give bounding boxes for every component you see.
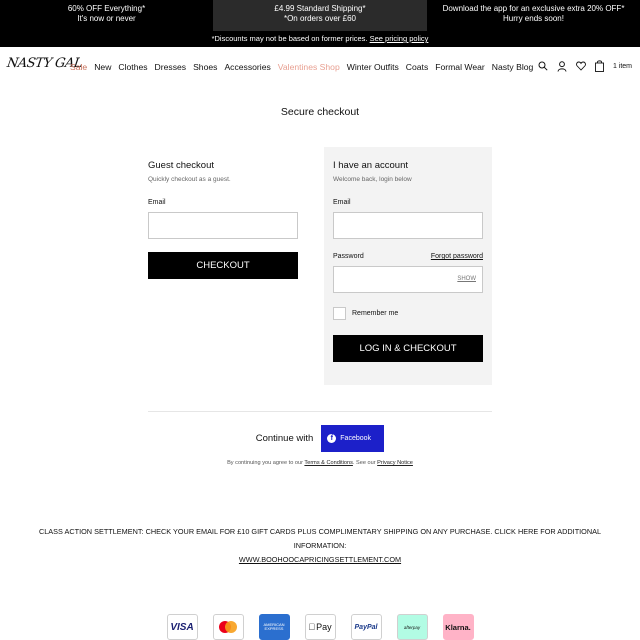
- account-subtitle: Welcome back, login below: [333, 176, 412, 183]
- payment-methods: VISA AMERICAN EXPRESS Pay PayPal afterp…: [0, 614, 640, 640]
- nav-coats[interactable]: Coats: [406, 62, 428, 72]
- guest-checkout-title: Guest checkout: [148, 160, 215, 171]
- amex-icon: AMERICAN EXPRESS: [258, 614, 290, 640]
- mastercard-icon: [212, 614, 244, 640]
- klarna-icon: Klarna.: [442, 614, 474, 640]
- promo-right[interactable]: Download the app for an exclusive extra …: [427, 0, 640, 31]
- promo-right-line2: Hurry ends soon!: [503, 14, 564, 23]
- terms-prefix: By continuing you agree to our: [227, 460, 303, 466]
- nav-formal-wear[interactable]: Formal Wear: [435, 62, 485, 72]
- promo-bar: 60% OFF Everything* It's now or never £4…: [0, 0, 640, 31]
- main-nav: Sale New Clothes Dresses Shoes Accessori…: [70, 62, 540, 72]
- class-action-text: CLASS ACTION SETTLEMENT: CHECK YOUR EMAI…: [38, 527, 602, 550]
- promo-left[interactable]: 60% OFF Everything* It's now or never: [0, 0, 213, 31]
- nav-sale[interactable]: Sale: [70, 62, 87, 72]
- page-title: Secure checkout: [280, 106, 360, 118]
- guest-checkout-subtitle: Quickly checkout as a guest.: [148, 176, 231, 183]
- remember-me-label[interactable]: Remember me: [352, 310, 398, 317]
- nav-clothes[interactable]: Clothes: [118, 62, 147, 72]
- facebook-label: Facebook: [340, 435, 372, 442]
- terms-link[interactable]: Terms & Conditions: [304, 460, 353, 466]
- nav-accessories[interactable]: Accessories: [224, 62, 270, 72]
- promo-middle[interactable]: £4.99 Standard Shipping* *On orders over…: [213, 0, 427, 31]
- guest-checkout-section: Guest checkout Quickly checkout as a gue…: [148, 160, 298, 279]
- account-login-section: I have an account Welcome back, login be…: [333, 160, 483, 362]
- remember-me-row: Remember me: [333, 307, 483, 320]
- nav-new[interactable]: New: [94, 62, 111, 72]
- promo-mid-line2: *On orders over £60: [283, 14, 357, 23]
- privacy-link[interactable]: Privacy Notice: [377, 460, 413, 466]
- apple-pay-icon: Pay: [304, 614, 336, 640]
- promo-mid-line1: £4.99 Standard Shipping*: [274, 4, 366, 13]
- site-header: NASTY GAL Sale New Clothes Dresses Shoes…: [0, 47, 640, 89]
- pricing-notice: *Discounts may not be based on former pr…: [0, 31, 640, 47]
- terms-notice: By continuing you agree to our Terms & C…: [0, 460, 640, 466]
- guest-email-label: Email: [148, 199, 166, 206]
- social-login: Continue with f Facebook: [0, 425, 640, 452]
- account-email-label: Email: [333, 199, 351, 206]
- password-label: Password: [333, 253, 364, 260]
- nav-shoes[interactable]: Shoes: [193, 62, 217, 72]
- header-icons: 1 item: [537, 60, 632, 72]
- search-icon[interactable]: [537, 60, 549, 72]
- pricing-policy-link[interactable]: See pricing policy: [370, 34, 429, 43]
- password-wrapper: SHOW: [333, 266, 483, 293]
- promo-left-line1: 60% OFF Everything*: [67, 4, 146, 13]
- remember-me-checkbox[interactable]: [333, 307, 346, 320]
- terms-middle: . See our: [352, 460, 376, 466]
- continue-with-label: Continue with: [255, 433, 314, 444]
- visa-icon: VISA: [166, 614, 198, 640]
- bag-count[interactable]: 1 item: [613, 63, 632, 70]
- login-checkout-button[interactable]: LOG IN & CHECKOUT: [333, 335, 483, 362]
- nav-winter-outfits[interactable]: Winter Outfits: [347, 62, 399, 72]
- nav-nasty-blog[interactable]: Nasty Blog: [492, 62, 534, 72]
- show-password-toggle[interactable]: SHOW: [457, 276, 476, 282]
- account-title: I have an account: [333, 160, 408, 171]
- nav-dresses[interactable]: Dresses: [155, 62, 187, 72]
- facebook-button[interactable]: f Facebook: [321, 425, 385, 452]
- afterpay-icon: afterpay: [396, 614, 428, 640]
- class-action-url[interactable]: WWW.BOOHOOCAPRICINGSETTLEMENT.COM: [20, 553, 620, 567]
- facebook-icon: f: [327, 434, 337, 443]
- account-email-field[interactable]: [333, 212, 483, 239]
- forgot-password-link[interactable]: Forgot password: [431, 253, 483, 260]
- promo-left-line2: It's now or never: [77, 14, 136, 23]
- paypal-icon: PayPal: [350, 614, 382, 640]
- pricing-notice-text: *Discounts may not be based on former pr…: [211, 34, 368, 43]
- wishlist-heart-icon[interactable]: [575, 60, 587, 72]
- bag-icon[interactable]: [594, 60, 606, 72]
- guest-email-field[interactable]: [148, 212, 298, 239]
- password-row: Password Forgot password: [333, 253, 483, 260]
- apple-pay-label: Pay: [312, 622, 332, 632]
- promo-right-line1: Download the app for an exclusive extra …: [442, 4, 625, 13]
- class-action-notice[interactable]: CLASS ACTION SETTLEMENT: CHECK YOUR EMAI…: [20, 525, 620, 567]
- divider: [148, 411, 492, 412]
- nav-valentines-shop[interactable]: Valentines Shop: [278, 62, 340, 72]
- account-icon[interactable]: [556, 60, 568, 72]
- checkout-button[interactable]: CHECKOUT: [148, 252, 298, 279]
